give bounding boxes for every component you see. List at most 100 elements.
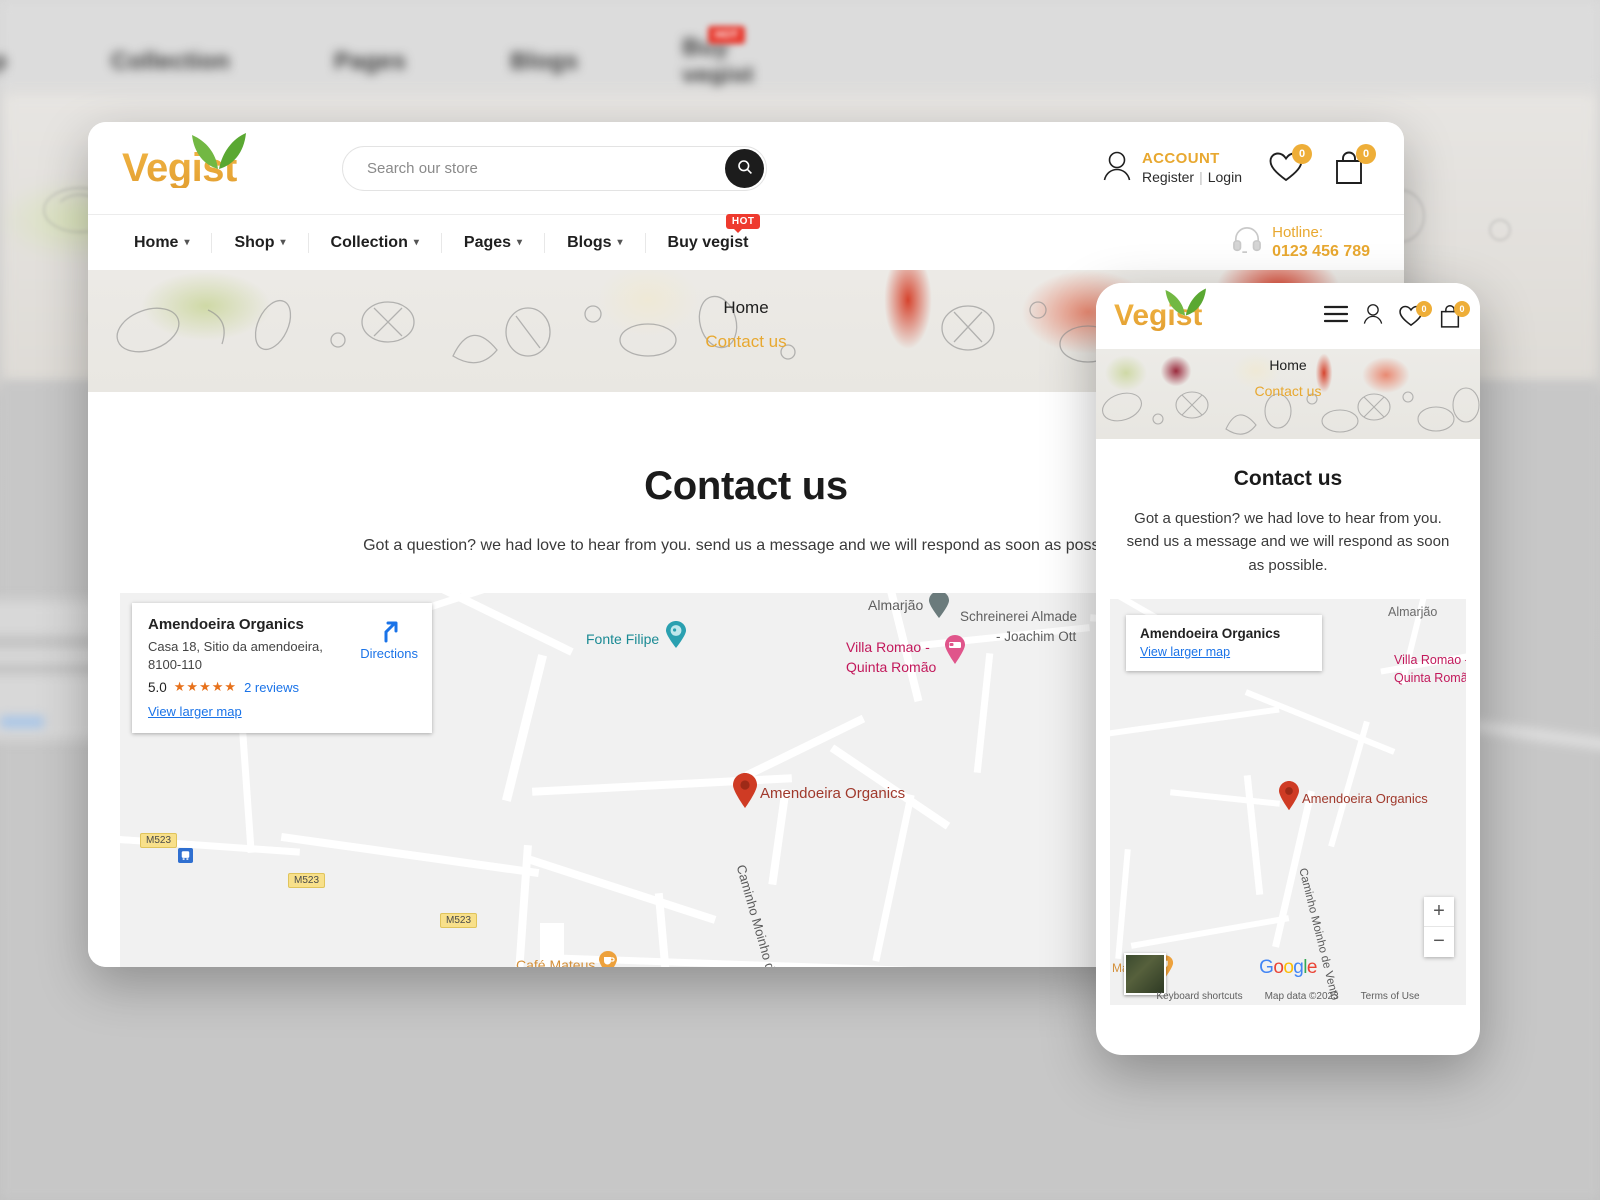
- shopping-bag-icon: [1438, 304, 1462, 333]
- map-zoom-controls: + −: [1424, 896, 1454, 957]
- nav-label: Pages: [463, 233, 512, 251]
- mobile-map-label-amendoeira-organics: Amendoeira Organics: [1302, 790, 1428, 806]
- mobile-map-label-villa-romao: Villa Romao -: [1394, 652, 1466, 667]
- mobile-header-actions: 0 0: [1323, 301, 1470, 331]
- heart-icon: [1398, 305, 1424, 332]
- nav-label: Home: [134, 233, 179, 251]
- terms-of-use-link[interactable]: Terms of Use: [1361, 991, 1420, 1002]
- directions-icon: [376, 621, 402, 646]
- view-larger-map-link[interactable]: View larger map: [148, 704, 416, 719]
- mobile-map-pin-amendoeira-organics[interactable]: [1278, 780, 1300, 816]
- mobile-map-label-almarjao: Almarjão: [1388, 604, 1438, 619]
- mobile-preview-window: Vegist 0 0 Home Contact us Contact us Go…: [1096, 283, 1480, 1055]
- map-label-schreinerei: Schreinerei Almade: [960, 609, 1078, 624]
- mobile-header: Vegist 0 0: [1096, 283, 1480, 349]
- map-label-almarjao: Almarjão: [868, 597, 924, 613]
- google-logo: Google: [1259, 956, 1317, 978]
- hot-badge: HOT: [725, 213, 761, 233]
- nav-item-blogs[interactable]: Blogs ▾: [545, 230, 644, 256]
- hotline-label: Hotline:: [1272, 223, 1323, 241]
- user-icon: [1101, 149, 1133, 188]
- background-hot-badge: HOT: [708, 26, 746, 44]
- leaf-icon: [1162, 287, 1208, 322]
- mobile-map-label-quinta-romao: Quinta Romã: [1394, 670, 1466, 685]
- map-info-reviews-link[interactable]: 2 reviews: [244, 680, 299, 695]
- site-logo[interactable]: Vegist: [122, 133, 272, 188]
- nav-label: Buy vegist: [667, 233, 749, 251]
- map-label-cafe-mateus: Café Mateus: [516, 957, 596, 967]
- mobile-page-hero: Home Contact us: [1096, 349, 1480, 439]
- nav-item-buy-vegist[interactable]: Buy vegist HOT: [646, 213, 771, 256]
- mobile-cart-button[interactable]: 0: [1438, 301, 1470, 328]
- nav-label: Blogs: [567, 233, 612, 251]
- nav-item-shop[interactable]: Shop ▾: [212, 230, 307, 256]
- mobile-page-subtitle: Got a question? we had love to hear from…: [1126, 510, 1450, 574]
- wishlist-button[interactable]: 0: [1268, 144, 1312, 188]
- mobile-map-info-card: Amendoeira Organics View larger map: [1126, 614, 1322, 671]
- map-info-address: Casa 18, Sitio da amendoeira, 8100-110: [148, 639, 323, 672]
- nav-item-pages[interactable]: Pages ▾: [442, 230, 544, 256]
- wishlist-count: 0: [1292, 144, 1312, 164]
- map-label-villa-romao: Villa Romao -: [846, 639, 930, 655]
- directions-label: Directions: [360, 646, 418, 661]
- background-nav: p Collection Pages Blogs Buy vegist: [0, 34, 800, 89]
- map-poi-icon-fonte-filipe: [665, 621, 687, 654]
- mobile-cart-count: 0: [1454, 301, 1470, 317]
- map-info-rating-row: 5.0 ★★★★★ 2 reviews: [148, 679, 416, 695]
- mobile-wishlist-button[interactable]: 0: [1398, 301, 1432, 328]
- road-label-chip: M523: [140, 833, 178, 848]
- map-label-fonte-filipe: Fonte Filipe: [586, 631, 660, 647]
- map-info-card: Amendoeira Organics Casa 18, Sitio da am…: [132, 603, 432, 734]
- search-input[interactable]: [342, 145, 767, 191]
- map-pin-amendoeira-organics[interactable]: [732, 773, 758, 814]
- zoom-in-button[interactable]: +: [1424, 897, 1454, 927]
- cart-button[interactable]: 0: [1332, 144, 1376, 186]
- mobile-map-info-title: Amendoeira Organics: [1140, 625, 1281, 641]
- map-poi-icon-almarjao: [928, 593, 950, 624]
- leaf-icon: [188, 131, 248, 176]
- directions-button[interactable]: Directions: [360, 617, 418, 661]
- map-poi-icon-villa-romao: [944, 635, 966, 670]
- mobile-breadcrumb-home[interactable]: Home: [1096, 357, 1480, 373]
- nav-item-collection[interactable]: Collection ▾: [309, 230, 441, 256]
- background-nav-item: p: [0, 48, 7, 76]
- map-data-text: Map data ©2023: [1264, 990, 1339, 1002]
- search-button[interactable]: [725, 148, 764, 188]
- hamburger-menu-icon[interactable]: [1323, 305, 1349, 328]
- shopping-bag-icon: [1332, 151, 1366, 190]
- chevron-down-icon: ▾: [413, 237, 419, 248]
- mobile-page-title: Contact us: [1233, 467, 1343, 490]
- bus-stop-icon: [178, 848, 193, 868]
- search-icon: [737, 159, 753, 178]
- background-nav-item: Blogs: [510, 48, 579, 75]
- map-info-rating-value: 5.0: [148, 679, 167, 695]
- login-link[interactable]: Login: [1208, 169, 1242, 185]
- chevron-down-icon: ▾: [184, 237, 190, 248]
- nav-label: Shop: [234, 233, 275, 251]
- main-navigation: Home ▾ Shop ▾ Collection ▾ Pages ▾ Blogs…: [88, 213, 1404, 270]
- keyboard-shortcuts-link[interactable]: Keyboard shortcuts: [1156, 991, 1242, 1002]
- header-actions: ACCOUNT Register | Login 0 0: [1101, 144, 1376, 188]
- mobile-view-larger-map-link[interactable]: View larger map: [1140, 645, 1308, 659]
- mobile-map[interactable]: Almarjão Villa Romao - Quinta Romã Amend…: [1110, 598, 1466, 1005]
- account-menu[interactable]: ACCOUNT Register | Login: [1101, 149, 1242, 188]
- hotline-number[interactable]: 0123 456 789: [1272, 242, 1370, 261]
- road-label-chip: M523: [288, 873, 326, 888]
- mobile-page-content: Contact us Got a question? we had love t…: [1096, 439, 1480, 577]
- account-label: ACCOUNT: [1141, 149, 1220, 167]
- mobile-logo[interactable]: Vegist: [1114, 288, 1224, 331]
- mobile-breadcrumb: Home Contact us: [1096, 357, 1480, 399]
- register-link[interactable]: Register: [1142, 169, 1194, 185]
- user-icon[interactable]: [1362, 302, 1384, 331]
- account-separator: |: [1199, 168, 1203, 185]
- heart-icon: [1268, 152, 1304, 188]
- zoom-out-button[interactable]: −: [1424, 927, 1454, 957]
- map-label-joachim-ott: - Joachim Ott: [996, 629, 1077, 644]
- map-label-quinta-romao: Quinta Romão: [846, 659, 937, 675]
- mobile-breadcrumb-current: Contact us: [1254, 383, 1322, 399]
- mobile-map-label-caminho-moinho: Caminho Moinho de Vento: [1296, 866, 1341, 1002]
- chevron-down-icon: ▾: [617, 237, 623, 248]
- map-attribution: Keyboard shortcuts Map data ©2023 Terms …: [1110, 991, 1466, 1002]
- nav-item-home[interactable]: Home ▾: [122, 230, 211, 256]
- background-nav-item: Collection: [110, 48, 230, 75]
